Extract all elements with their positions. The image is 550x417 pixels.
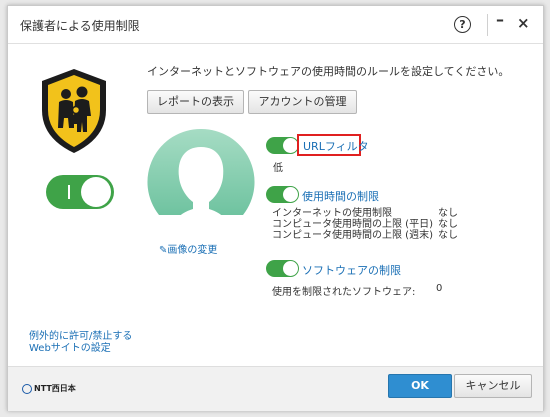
time-limit-link[interactable]: 使用時間の制限: [302, 188, 379, 204]
toggle-knob: [283, 261, 298, 276]
report-button[interactable]: レポートの表示: [147, 90, 244, 114]
restricted-software-count: 0: [436, 283, 443, 294]
change-image-link[interactable]: ✎画像の変更: [159, 241, 217, 256]
exception-link-line2: Webサイトの設定: [29, 343, 111, 354]
window-title: 保護者による使用制限: [20, 19, 140, 33]
parental-control-window: 保護者による使用制限 ? – × インターネットとソフトウェアの使用時間のルール…: [7, 5, 544, 411]
restricted-software-label: 使用を制限されたソフトウェア:: [272, 287, 416, 298]
url-filter-link[interactable]: URLフィルタ: [303, 138, 369, 154]
minimize-icon[interactable]: –: [496, 10, 504, 29]
close-icon[interactable]: ×: [517, 14, 530, 32]
titlebar-divider: [487, 14, 488, 36]
time-limit-toggle[interactable]: [266, 186, 299, 203]
account-button[interactable]: アカウントの管理: [248, 90, 357, 114]
brand-label: NTT西日本: [34, 384, 76, 393]
family-shield-icon: [42, 69, 106, 153]
intro-text: インターネットとソフトウェアの使用時間のルールを設定してください。: [147, 65, 510, 78]
ok-button[interactable]: OK: [388, 374, 452, 398]
software-limit-link[interactable]: ソフトウェアの制限: [302, 262, 401, 278]
exception-sites-link[interactable]: 例外的に許可/禁止する Webサイトの設定: [29, 331, 132, 355]
ntt-mark-icon: [22, 383, 32, 394]
internet-limit-value: なし: [438, 208, 458, 219]
software-limit-toggle[interactable]: [266, 260, 299, 277]
url-filter-level: 低: [273, 163, 283, 174]
toggle-knob: [283, 187, 298, 202]
toggle-on-mark: [68, 185, 70, 199]
weekday-limit-label: コンピュータ使用時間の上限 (平日): [272, 219, 433, 230]
weekend-limit-value: なし: [438, 230, 458, 241]
url-filter-toggle[interactable]: [266, 137, 299, 154]
footer-bar: NTT西日本 OK キャンセル: [8, 366, 543, 411]
title-bar: 保護者による使用制限 ? – ×: [8, 6, 543, 44]
weekday-limit-value: なし: [438, 219, 458, 230]
toggle-knob: [81, 177, 111, 207]
avatar-icon[interactable]: [146, 127, 256, 233]
exception-link-line1: 例外的に許可/禁止する: [29, 331, 133, 342]
help-icon[interactable]: ?: [454, 16, 471, 33]
master-toggle[interactable]: [46, 175, 114, 209]
change-image-label: 画像の変更: [167, 245, 218, 256]
internet-limit-label: インターネットの使用制限: [272, 208, 392, 219]
toggle-knob: [283, 138, 298, 153]
cancel-button[interactable]: キャンセル: [454, 374, 532, 398]
weekend-limit-label: コンピュータ使用時間の上限 (週末): [272, 230, 433, 241]
ntt-logo: NTT西日本: [22, 383, 76, 394]
